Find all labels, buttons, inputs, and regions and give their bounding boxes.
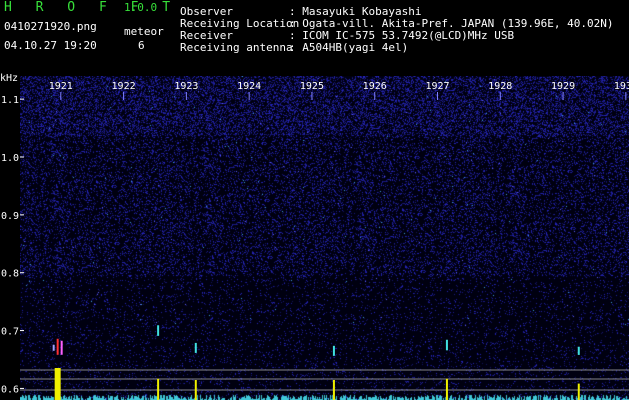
meteor-intensity-bar: [157, 378, 160, 400]
meteor-echo: [194, 342, 197, 353]
meteor-echo: [157, 325, 160, 336]
x-tick-label: 1922: [112, 81, 136, 92]
meteor-echo: [60, 340, 63, 355]
meteor-intensity-bar: [194, 380, 197, 400]
meteor-echo: [56, 338, 59, 355]
y-tick-label: 1.0: [1, 153, 19, 164]
x-tick-label: 1921: [49, 81, 73, 92]
meteor-intensity-bar: [54, 368, 61, 400]
x-tick-label: 1923: [174, 81, 198, 92]
meteor-echo: [52, 344, 55, 351]
meteor-echo: [577, 346, 580, 355]
y-tick-label: 0.9: [1, 211, 19, 222]
x-tick-label: 1928: [488, 81, 512, 92]
meteor-intensity-bar: [445, 378, 448, 400]
hrofft-screen: H R O F F T 1.0.0 0410271920.png meteor …: [0, 0, 629, 400]
y-tick-label: 0.6: [1, 384, 19, 395]
x-tick-label: 1930: [614, 81, 629, 92]
meteor-echo: [445, 339, 448, 351]
x-tick-label: 1924: [237, 81, 261, 92]
meteor-intensity-bar: [332, 380, 335, 400]
meteor-echo: [332, 345, 335, 356]
y-tick-label: 0.8: [1, 269, 19, 280]
meteor-intensity-bar: [577, 383, 580, 400]
x-tick-label: 1926: [363, 81, 387, 92]
spectrogram-axes: 1.1 1.0 0.9 0.8 0.7 0.6 1921 1922 1923 1924 1925 19…: [1, 81, 629, 400]
y-tick-label: 1.1: [1, 95, 19, 106]
x-tick-label: 1927: [425, 81, 449, 92]
x-tick-label: 1925: [300, 81, 324, 92]
x-tick-label: 1929: [551, 81, 575, 92]
y-tick-label: 0.7: [1, 327, 19, 338]
